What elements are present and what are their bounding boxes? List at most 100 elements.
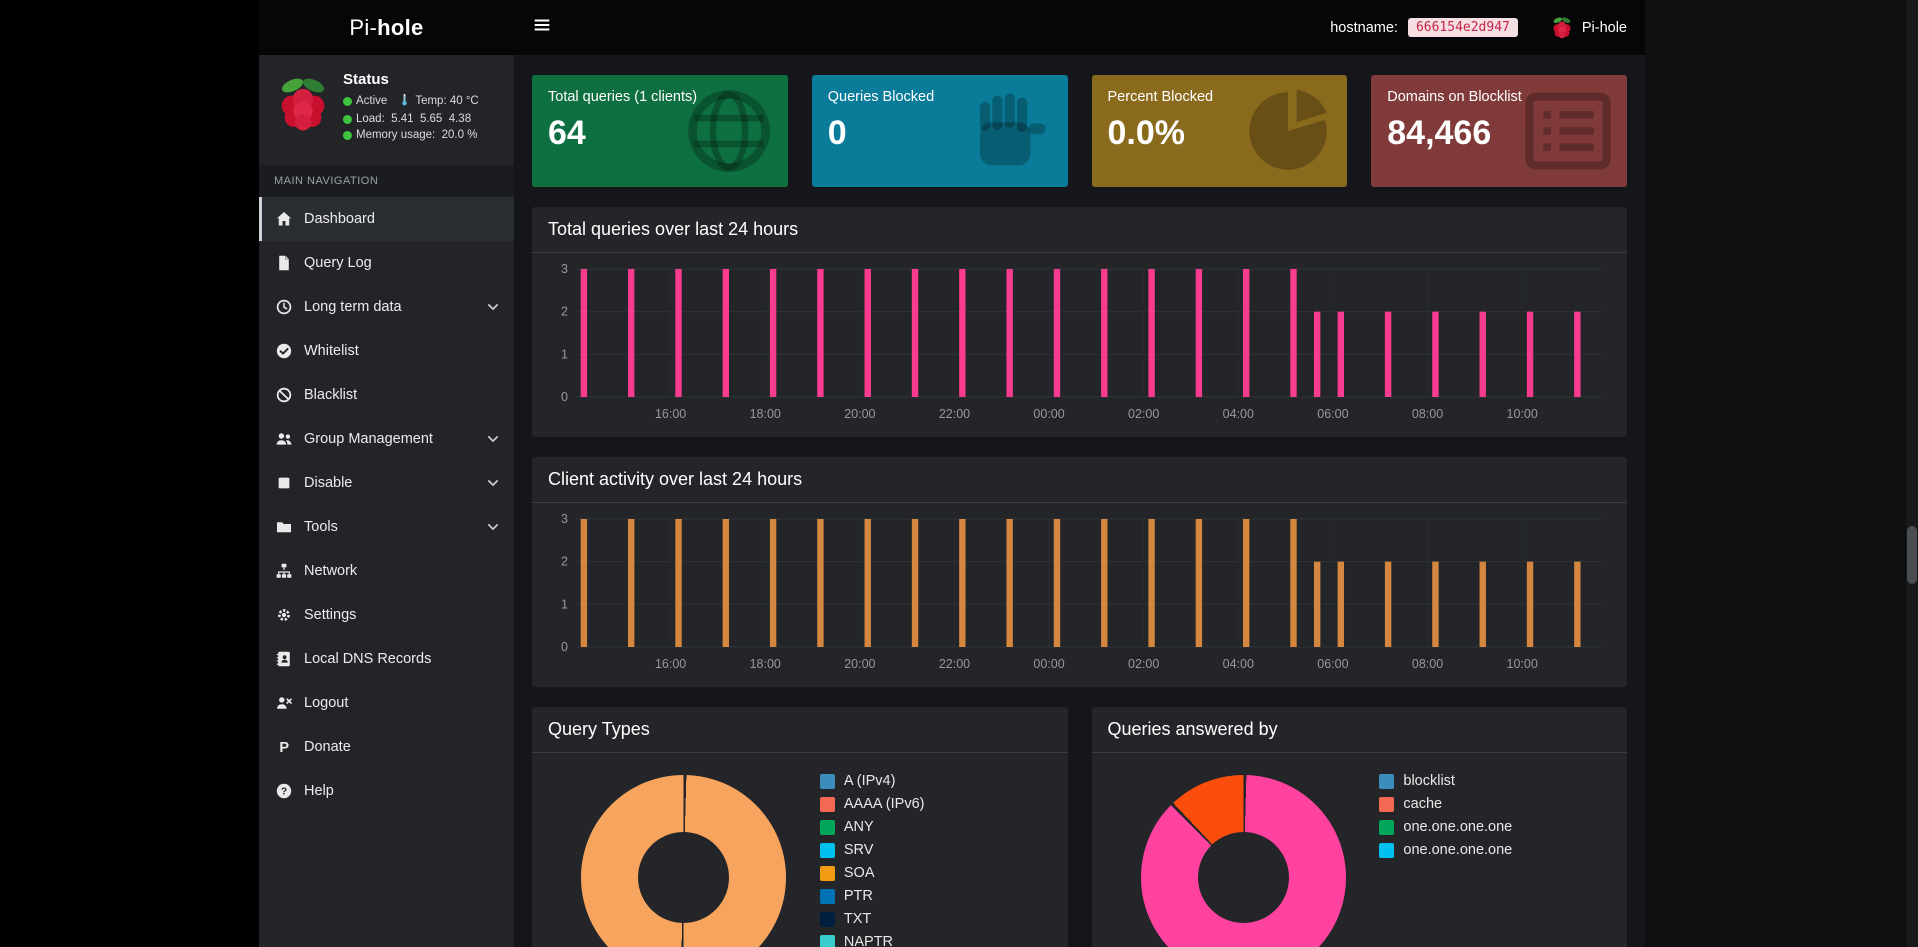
legend-item-soa[interactable]: SOA (820, 865, 1052, 881)
sidebar-item-disable[interactable]: Disable (259, 461, 514, 505)
svg-text:20:00: 20:00 (844, 407, 875, 421)
home-icon (274, 211, 293, 227)
total-queries-bar-chart[interactable]: 012316:0018:0020:0022:0000:0002:0004:000… (546, 261, 1613, 431)
top-navbar: Pi-hole hostname: 666154e2d947 Pi-hole (259, 0, 1645, 55)
legend-item-blocklist[interactable]: blocklist (1379, 773, 1611, 789)
card-value: 64 (548, 114, 772, 153)
legend-item-a-ipv4-[interactable]: A (IPv4) (820, 773, 1052, 789)
svg-text:00:00: 00:00 (1033, 407, 1064, 421)
hostname-label: hostname: (1330, 20, 1398, 36)
sidebar-toggle-button[interactable] (514, 0, 570, 55)
svg-text:?: ? (280, 787, 286, 798)
hamburger-icon (533, 16, 551, 39)
legend-swatch (820, 889, 835, 904)
query-types-donut-chart[interactable] (581, 775, 786, 947)
ban-icon (274, 387, 293, 403)
card-value: 84,466 (1387, 114, 1611, 153)
legend-item-ptr[interactable]: PTR (820, 888, 1052, 904)
sidebar-item-logout[interactable]: Logout (259, 681, 514, 725)
legend-label: one.one.one.one (1403, 819, 1512, 835)
legend-item-srv[interactable]: SRV (820, 842, 1052, 858)
bars-group[interactable] (581, 519, 1581, 647)
svg-text:08:00: 08:00 (1412, 657, 1443, 671)
brand-suffix: hole (377, 15, 423, 41)
legend-label: TXT (844, 911, 871, 927)
svg-text:22:00: 22:00 (939, 407, 970, 421)
file-icon (274, 255, 293, 271)
legend-label: SOA (844, 865, 875, 881)
brand-prefix: Pi- (349, 15, 377, 41)
chart0-svg: 012316:0018:0020:0022:0000:0002:0004:000… (546, 261, 1613, 431)
status-dot-icon (343, 115, 352, 124)
sidebar-item-local-dns-records[interactable]: Local DNS Records (259, 637, 514, 681)
sidebar-item-label: Dashboard (304, 211, 375, 227)
legend-item-naptr[interactable]: NAPTR (820, 934, 1052, 947)
page-scrollbar[interactable] (1906, 0, 1918, 947)
legend-swatch (820, 935, 835, 947)
chevron-down-icon (486, 520, 500, 534)
legend-swatch (820, 820, 835, 835)
navbar-pihole-link[interactable]: Pi-hole (1550, 16, 1627, 40)
sidebar-item-dashboard[interactable]: Dashboard (259, 197, 514, 241)
sidebar-item-label: Query Log (304, 255, 372, 271)
total-queries-panel: Total queries over last 24 hours 012316:… (532, 207, 1627, 437)
legend-swatch (820, 774, 835, 789)
client-activity-bar-chart[interactable]: 012316:0018:0020:0022:0000:0002:0004:000… (546, 511, 1613, 681)
legend-item-one-one-one-one[interactable]: one.one.one.one (1379, 819, 1611, 835)
card-domains-blocklist: Domains on Blocklist84,466 (1371, 75, 1627, 187)
status-title: Status (343, 71, 485, 88)
sidebar-item-group-management[interactable]: Group Management (259, 417, 514, 461)
legend-item-one-one-one-one[interactable]: one.one.one.one (1379, 842, 1611, 858)
svg-text:2: 2 (561, 555, 568, 569)
sidebar-item-tools[interactable]: Tools (259, 505, 514, 549)
svg-text:2: 2 (561, 305, 568, 319)
queries-answered-by-donut-chart[interactable] (1141, 775, 1346, 947)
sidebar-item-label: Settings (304, 607, 356, 623)
sidebar-item-network[interactable]: Network (259, 549, 514, 593)
bars-group[interactable] (581, 269, 1581, 397)
legend-item-txt[interactable]: TXT (820, 911, 1052, 927)
svg-text:16:00: 16:00 (655, 407, 686, 421)
raspberry-icon (1550, 16, 1574, 40)
legend-item-aaaa-ipv6-[interactable]: AAAA (IPv6) (820, 796, 1052, 812)
status-part: Temp: 40 °C (398, 93, 478, 109)
legend-label: cache (1403, 796, 1442, 812)
sidebar-item-help[interactable]: ? Help (259, 769, 514, 813)
svg-text:16:00: 16:00 (655, 657, 686, 671)
sidebar-item-label: Logout (304, 695, 348, 711)
folder-icon (274, 519, 293, 535)
query-types-panel: Query Types A (IPv4)AAAA (IPv6)ANYSRVSOA… (532, 707, 1068, 947)
status-row: Memory usage: 20.0 % (343, 129, 485, 141)
card-percent-blocked: Percent Blocked0.0% (1092, 75, 1348, 187)
status-part: Memory usage: 20.0 % (343, 129, 477, 141)
chart-gridlines (576, 269, 1601, 397)
chevron-down-icon (486, 476, 500, 490)
main-navigation-label: MAIN NAVIGATION (259, 165, 514, 197)
sidebar-item-blacklist[interactable]: Blacklist (259, 373, 514, 417)
svg-text:1: 1 (561, 347, 568, 361)
svg-text:00:00: 00:00 (1033, 657, 1064, 671)
svg-text:10:00: 10:00 (1507, 407, 1538, 421)
svg-text:08:00: 08:00 (1412, 407, 1443, 421)
sidebar-item-label: Help (304, 783, 334, 799)
legend-label: AAAA (IPv6) (844, 796, 925, 812)
sidebar-item-long-term-data[interactable]: Long term data (259, 285, 514, 329)
svg-text:02:00: 02:00 (1128, 407, 1159, 421)
sidebar-item-label: Whitelist (304, 343, 359, 359)
brand-logo[interactable]: Pi-hole (259, 0, 514, 55)
scrollbar-thumb[interactable] (1907, 526, 1917, 584)
sidebar-item-query-log[interactable]: Query Log (259, 241, 514, 285)
raspberry-pi-logo (273, 71, 333, 139)
total-queries-panel-title: Total queries over last 24 hours (532, 207, 1627, 253)
legend-label: SRV (844, 842, 874, 858)
sidebar-item-label: Disable (304, 475, 352, 491)
sidebar-item-settings[interactable]: Settings (259, 593, 514, 637)
status-text: Temp: 40 °C (415, 95, 478, 107)
x-axis-labels: 16:0018:0020:0022:0000:0002:0004:0006:00… (655, 407, 1538, 421)
sidebar-item-whitelist[interactable]: Whitelist (259, 329, 514, 373)
card-total-queries: Total queries (1 clients)64 (532, 75, 788, 187)
sidebar-item-donate[interactable]: PDonate (259, 725, 514, 769)
legend-item-any[interactable]: ANY (820, 819, 1052, 835)
thermometer-icon (398, 93, 411, 109)
legend-item-cache[interactable]: cache (1379, 796, 1611, 812)
